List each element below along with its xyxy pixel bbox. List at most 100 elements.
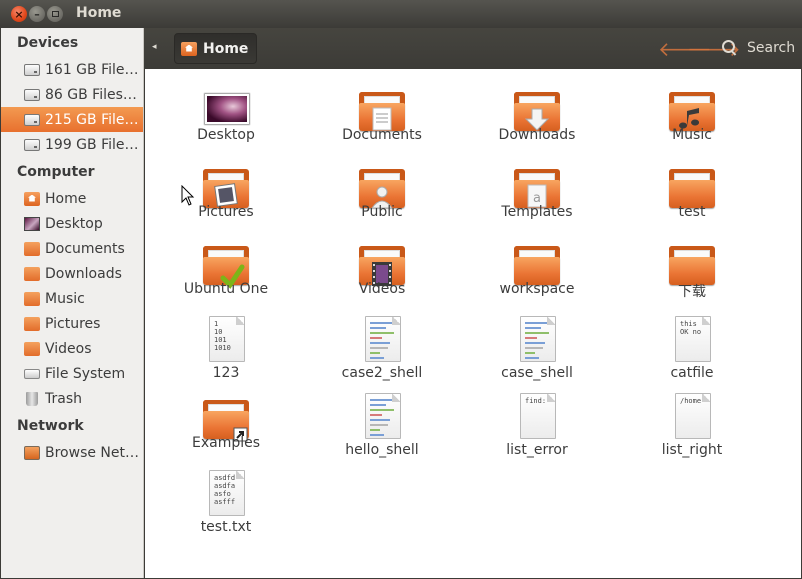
maximize-window-button[interactable] xyxy=(47,6,63,22)
sidebar-item-documents[interactable]: Documents xyxy=(1,236,143,261)
file-name: Documents xyxy=(342,127,422,143)
text-file-icon: /home xyxy=(675,393,711,439)
title-bar: × – Home xyxy=(0,0,802,28)
sidebar-item-label: Music xyxy=(45,290,85,307)
breadcrumb-home[interactable]: Home xyxy=(174,33,258,64)
file-name: test.txt xyxy=(200,519,252,535)
file-item[interactable]: Ubuntu One xyxy=(156,231,296,309)
folder-icon: a xyxy=(514,169,560,209)
documents-emblem-icon xyxy=(359,92,405,132)
drive-icon xyxy=(24,138,40,151)
sidebar-item-label: Browse Network xyxy=(45,444,141,461)
text-file-icon: 1 10 101 1010 xyxy=(209,316,245,362)
sidebar-item-label: Downloads xyxy=(45,265,122,282)
file-name: 123 xyxy=(212,365,240,381)
templates-emblem-icon: a xyxy=(514,169,560,209)
file-name: workspace xyxy=(499,281,575,297)
folder-icon xyxy=(24,266,40,281)
sidebar-item-199-gb-filesystem[interactable]: 199 GB Filesystem xyxy=(1,132,143,157)
filesystem-icon xyxy=(24,368,40,379)
path-scroll-left-icon[interactable]: ◂ xyxy=(152,42,162,54)
home-icon xyxy=(181,41,197,56)
folder-icon xyxy=(669,246,715,286)
file-item[interactable]: Downloads xyxy=(467,77,607,155)
folder-icon xyxy=(24,291,40,306)
sidebar-item-music[interactable]: Music xyxy=(1,286,143,311)
file-item[interactable]: Examples xyxy=(156,385,296,463)
ubuntu-one-emblem-icon xyxy=(203,246,249,289)
search-button[interactable]: Search xyxy=(747,40,795,56)
drive-icon xyxy=(24,113,40,126)
sidebar-item-home[interactable]: Home xyxy=(1,186,143,211)
sidebar-item-trash[interactable]: Trash xyxy=(1,386,143,411)
folder-icon xyxy=(359,246,405,286)
file-name: list_error xyxy=(506,442,568,458)
folder-icon xyxy=(24,241,40,256)
file-name: catfile xyxy=(670,365,714,381)
file-name: Ubuntu One xyxy=(183,281,269,297)
sidebar-item-desktop[interactable]: Desktop xyxy=(1,211,143,236)
file-item[interactable]: /home list_right xyxy=(622,385,762,463)
sidebar-item-label: Home xyxy=(45,190,87,207)
places-sidebar: Devices 161 GB Filesystem 86 GB Filesystem… xyxy=(1,28,144,578)
file-name: Music xyxy=(672,127,712,143)
network-icon xyxy=(24,445,40,460)
sidebar-section-title: Computer xyxy=(17,164,95,180)
folder-icon xyxy=(669,92,715,132)
minimize-window-button[interactable]: – xyxy=(29,6,45,22)
file-preview-text: find: xyxy=(525,397,547,405)
file-view: Desktop Documents Downloads Music Pictures Pu… xyxy=(145,69,801,578)
videos-emblem-icon xyxy=(359,246,405,286)
sidebar-item-downloads[interactable]: Downloads xyxy=(1,261,143,286)
file-item[interactable]: workspace xyxy=(467,231,607,309)
close-window-button[interactable]: × xyxy=(11,6,27,22)
file-item[interactable]: Pictures xyxy=(156,154,296,232)
window-title: Home xyxy=(76,5,122,21)
home-icon xyxy=(24,191,40,206)
music-emblem-icon xyxy=(669,92,715,132)
folder-icon xyxy=(24,316,40,331)
text-file-icon: asdfd asdfa asfo asfff xyxy=(209,470,245,516)
text-file-icon: this OK no xyxy=(675,316,711,362)
file-name: list_right xyxy=(661,442,723,458)
file-item[interactable]: hello_shell xyxy=(312,385,452,463)
script-file-icon xyxy=(365,393,401,439)
file-item[interactable]: Videos xyxy=(312,231,452,309)
file-name: Templates xyxy=(501,204,573,220)
file-item[interactable]: Public xyxy=(312,154,452,232)
file-item[interactable]: Music xyxy=(622,77,762,155)
file-preview-text: 1 10 101 1010 xyxy=(214,320,231,352)
file-item[interactable]: this OK no catfile xyxy=(622,308,762,386)
file-name: test xyxy=(678,204,706,220)
file-item[interactable]: Desktop xyxy=(156,77,296,155)
sidebar-item-label: Trash xyxy=(45,390,82,407)
file-item[interactable]: Documents xyxy=(312,77,452,155)
downloads-emblem-icon xyxy=(514,92,560,132)
sidebar-item-videos[interactable]: Videos xyxy=(1,336,143,361)
desktop-thumbnail-icon xyxy=(205,94,249,124)
mouse-cursor-icon xyxy=(181,185,195,206)
file-item[interactable]: test xyxy=(622,154,762,232)
sidebar-item-label: 215 GB Filesystem xyxy=(45,111,141,128)
sidebar-item-215-gb-filesystem[interactable]: 215 GB Filesystem xyxy=(1,107,143,132)
drive-icon xyxy=(24,88,40,101)
sidebar-item-browse-network[interactable]: Browse Network xyxy=(1,440,143,465)
sidebar-item-86-gb-filesystem[interactable]: 86 GB Filesystem xyxy=(1,82,143,107)
sidebar-item-pictures[interactable]: Pictures xyxy=(1,311,143,336)
file-item[interactable]: case2_shell xyxy=(312,308,452,386)
folder-icon xyxy=(514,92,560,132)
file-name: 下载 xyxy=(678,284,706,300)
file-item[interactable]: 下载 xyxy=(622,231,762,309)
file-item[interactable]: 1 10 101 1010 123 xyxy=(156,308,296,386)
folder-icon xyxy=(203,400,249,442)
file-item[interactable]: find: list_error xyxy=(467,385,607,463)
file-name: Examples xyxy=(191,435,261,451)
file-item[interactable]: asdfd asdfa asfo asfff test.txt xyxy=(156,462,296,540)
file-item[interactable]: a Templates xyxy=(467,154,607,232)
sidebar-section-title: Network xyxy=(17,418,84,434)
file-item[interactable]: case_shell xyxy=(467,308,607,386)
sidebar-item-file-system[interactable]: File System xyxy=(1,361,143,386)
file-name: case_shell xyxy=(501,365,573,381)
search-icon[interactable] xyxy=(722,40,736,54)
sidebar-item-161-gb-filesystem[interactable]: 161 GB Filesystem xyxy=(1,57,143,82)
